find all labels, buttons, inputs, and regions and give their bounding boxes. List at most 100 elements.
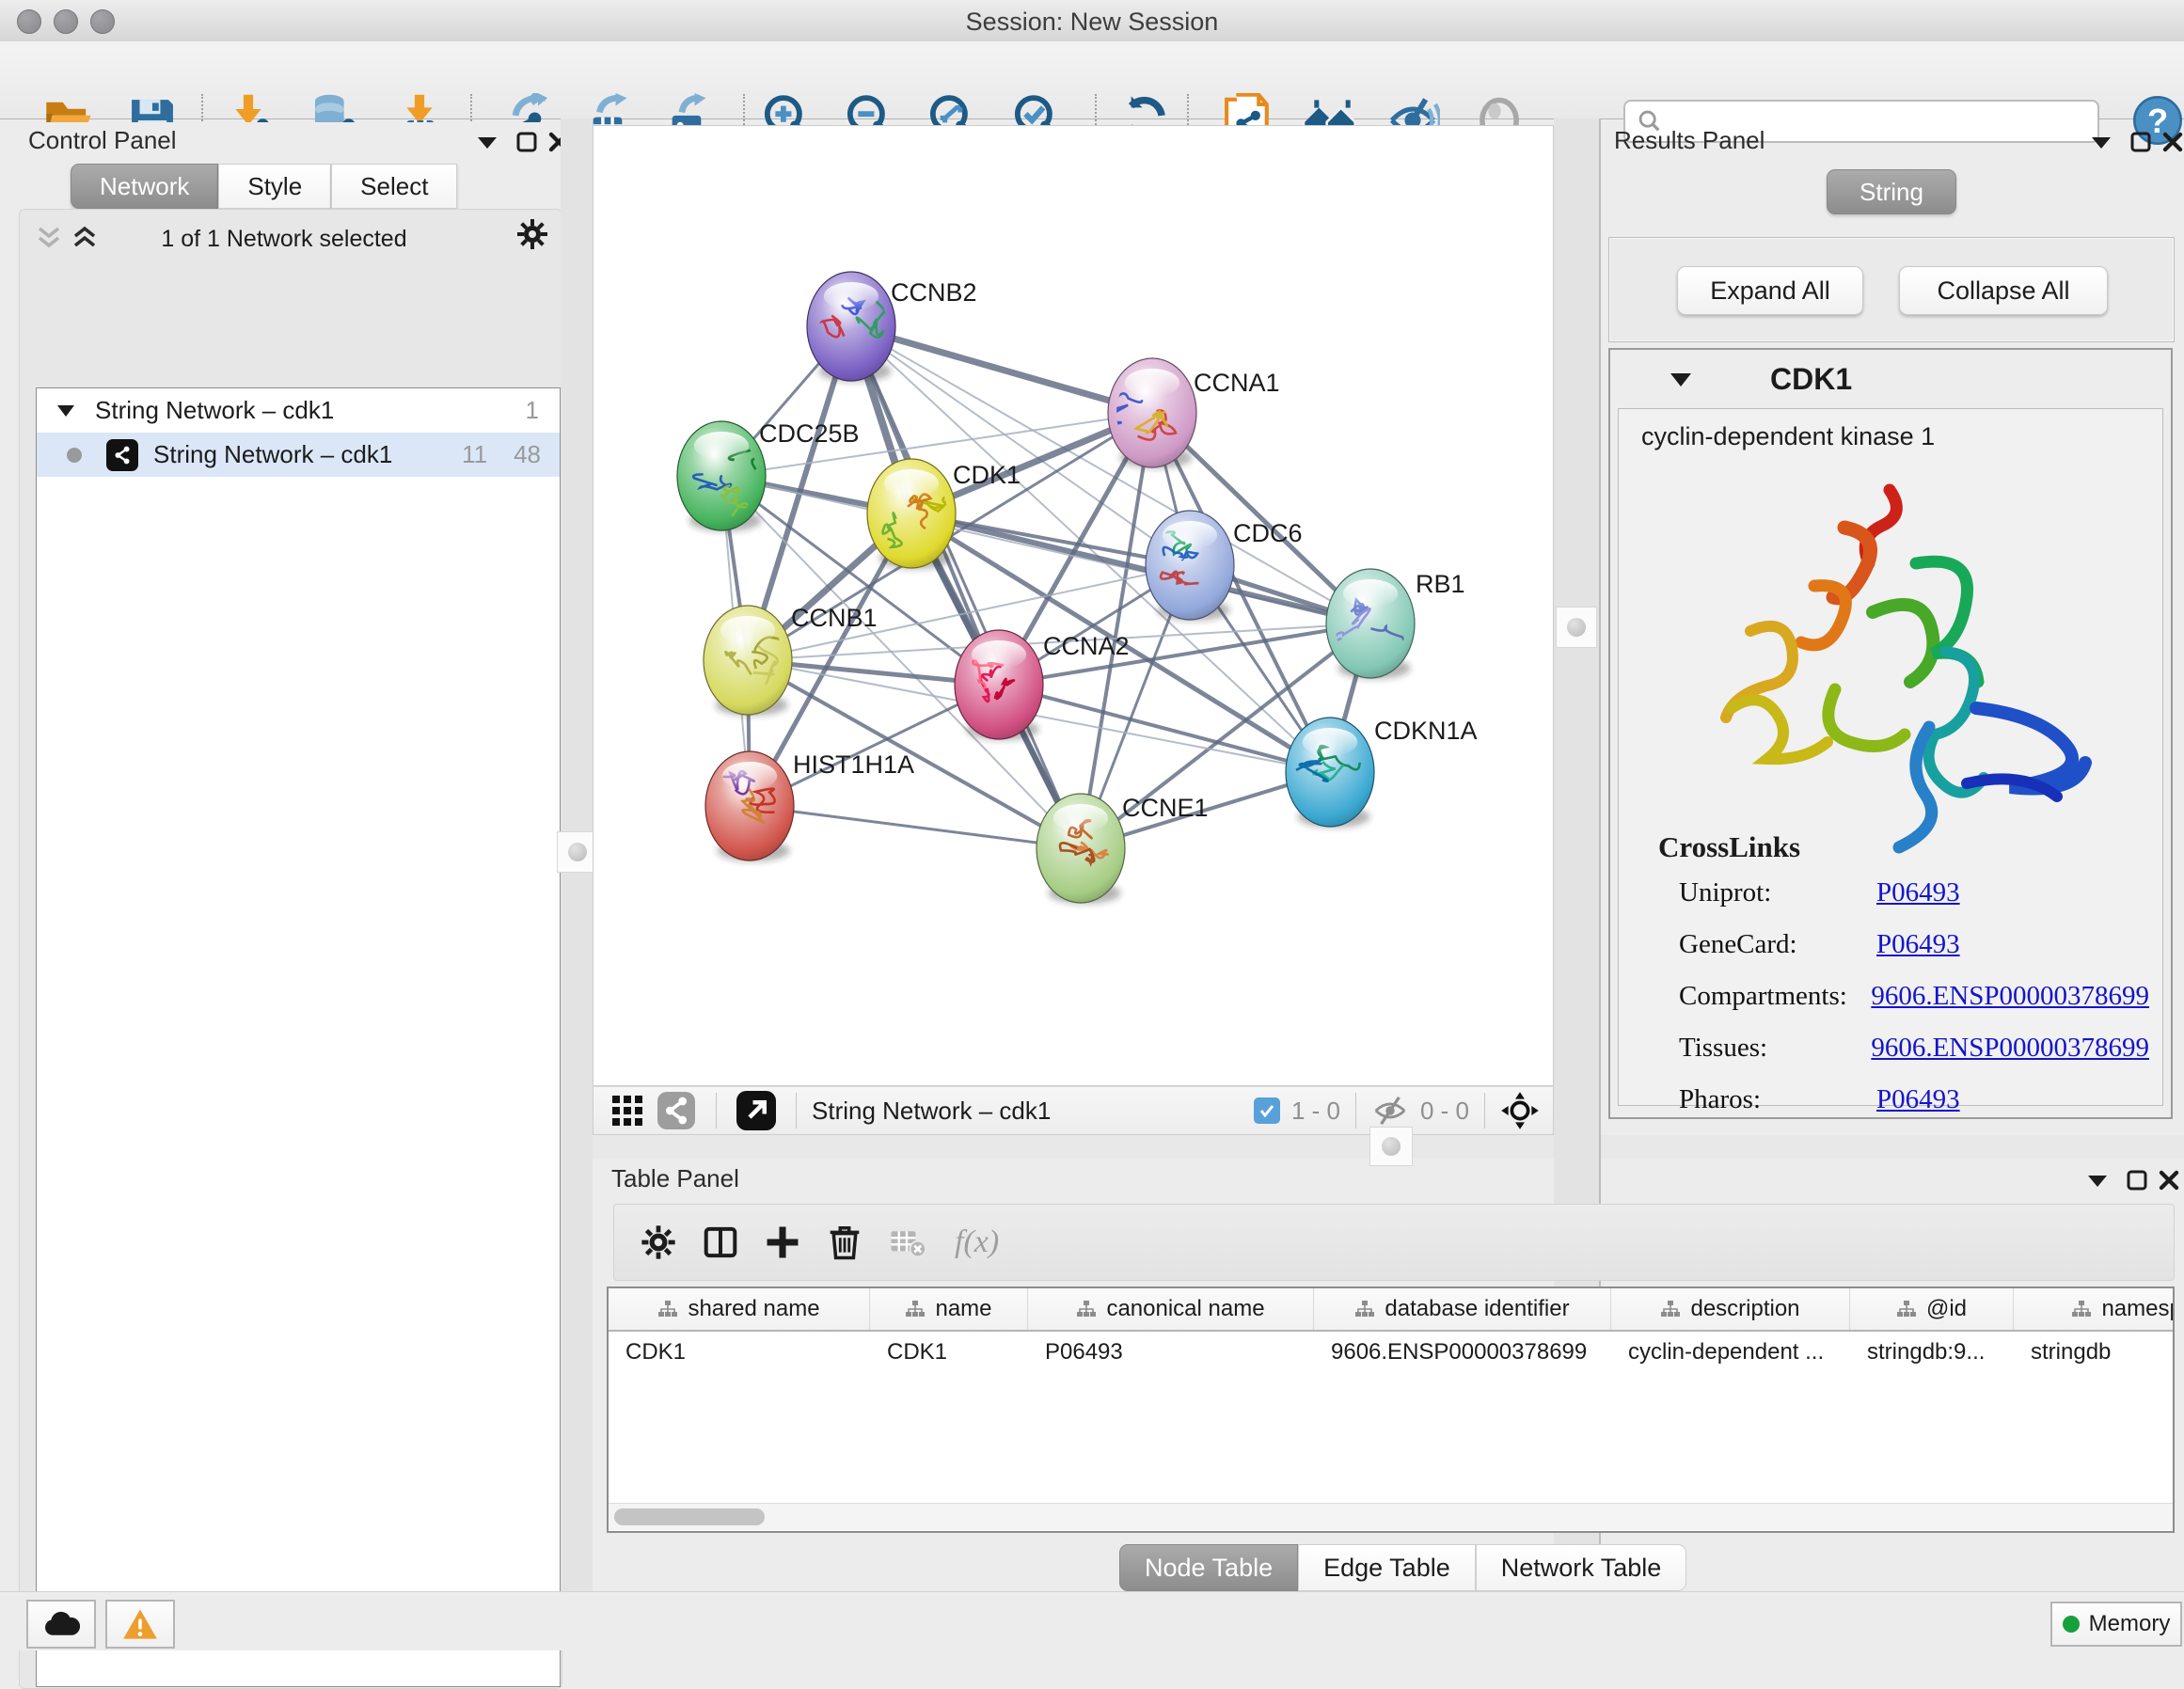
crosslink-link[interactable]: P06493 xyxy=(1876,1084,1960,1115)
scrollbar-thumb[interactable] xyxy=(614,1508,765,1525)
network-overview-icon[interactable] xyxy=(652,1080,701,1142)
warnings-button[interactable] xyxy=(105,1600,175,1649)
crosslink-row: Compartments:9606.ENSP00000378699 xyxy=(1679,981,2149,1012)
tab-style[interactable]: Style xyxy=(218,164,331,209)
crosslink-label: Uniprot: xyxy=(1679,877,1876,908)
section-collapse-icon[interactable] xyxy=(1670,372,1691,387)
crosslink-label: Compartments: xyxy=(1679,981,1871,1012)
crosslink-link[interactable]: 9606.ENSP00000378699 xyxy=(1871,1033,2149,1064)
float-menu-icon[interactable] xyxy=(470,128,504,156)
column-header-shared-name[interactable]: shared name xyxy=(609,1288,870,1330)
node-HIST1H1A[interactable]: HIST1H1A xyxy=(705,750,914,861)
crosslink-row: Uniprot:P06493 xyxy=(1679,877,2149,908)
tab-edge-table[interactable]: Edge Table xyxy=(1298,1544,1476,1591)
table-tabs: Node TableEdge TableNetwork Table xyxy=(1119,1544,1686,1591)
center-view-crosshair-icon[interactable] xyxy=(1500,1091,1540,1130)
table-cell[interactable]: 9606.ENSP00000378699 xyxy=(1314,1332,1611,1373)
node-label-CDC25B: CDC25B xyxy=(759,419,860,448)
table-cell[interactable]: stringdb xyxy=(2014,1332,2175,1373)
column-header-namespace[interactable]: namespace xyxy=(2014,1288,2175,1330)
crosslinks-list: Uniprot:P06493GeneCard:P06493Compartment… xyxy=(1679,877,2149,1136)
network-tree-root-row[interactable]: String Network – cdk1 1 xyxy=(37,388,560,433)
column-header-canonical-name[interactable]: canonical name xyxy=(1028,1288,1314,1330)
crosslink-row: Tissues:9606.ENSP00000378699 xyxy=(1679,1033,2149,1064)
column-header-name[interactable]: name xyxy=(870,1288,1028,1330)
node-CCNE1[interactable]: CCNE1 xyxy=(1037,794,1209,904)
show-columns-icon[interactable] xyxy=(689,1211,752,1273)
node-CDK1[interactable]: CDK1 xyxy=(867,459,1021,569)
float-window-icon[interactable] xyxy=(2120,1166,2154,1194)
network-options-gear-icon[interactable] xyxy=(515,220,549,248)
network-name-label: String Network – cdk1 xyxy=(153,440,392,469)
status-bar: Memory xyxy=(0,1591,2184,1650)
crosslink-link[interactable]: P06493 xyxy=(1876,877,1960,908)
node-label-CCNE1: CCNE1 xyxy=(1122,794,1209,822)
crosslink-link[interactable]: P06493 xyxy=(1876,929,1960,960)
delete-column-icon[interactable] xyxy=(814,1211,876,1273)
crosslink-label: Pharos: xyxy=(1679,1084,1876,1115)
network-tree-row-selected[interactable]: String Network – cdk1 11 48 xyxy=(37,433,560,477)
expand-all-button[interactable]: Expand All xyxy=(1677,266,1863,315)
left-splitter[interactable] xyxy=(561,118,593,1591)
thumbnail-grid-icon[interactable] xyxy=(603,1080,652,1142)
tab-string[interactable]: String xyxy=(1827,169,1956,214)
close-panel-icon[interactable] xyxy=(2156,128,2184,156)
node-CDC25B[interactable]: CDC25B xyxy=(677,419,860,531)
collapse-all-button[interactable]: Collapse All xyxy=(1899,266,2108,315)
network-graph[interactable]: CCNB2CCNA1CDC25BCDK1CDC6RB1CCNB1CCNA2CDK… xyxy=(593,126,1553,1085)
tree-collapse-icon[interactable] xyxy=(57,404,74,417)
crosslink-row: GeneCard:P06493 xyxy=(1679,929,2149,960)
memory-button[interactable]: Memory xyxy=(2050,1602,2182,1647)
memory-label: Memory xyxy=(2089,1611,2171,1637)
table-header-row: shared namenamecanonical namedatabase id… xyxy=(609,1288,2173,1332)
column-header--id[interactable]: @id xyxy=(1850,1288,2014,1330)
current-network-bullet-icon xyxy=(67,448,82,463)
table-cell[interactable]: CDK1 xyxy=(609,1332,870,1373)
table-panel: Table Panel f(x) shared namenamecanonica… xyxy=(593,1159,2184,1591)
hidden-eye-slash-icon[interactable] xyxy=(1371,1096,1409,1126)
selected-checkbox-icon[interactable] xyxy=(1254,1097,1280,1124)
control-panel-tabs: NetworkStyleSelectSets xyxy=(71,164,561,209)
table-cell[interactable]: P06493 xyxy=(1028,1332,1314,1373)
close-panel-icon[interactable] xyxy=(2152,1166,2184,1194)
results-panel-title: Results Panel xyxy=(1614,126,1765,155)
table-cell[interactable]: CDK1 xyxy=(870,1332,1028,1373)
float-window-icon[interactable] xyxy=(510,128,544,156)
node-label-CCNB2: CCNB2 xyxy=(891,278,977,307)
table-horizontal-scrollbar[interactable] xyxy=(609,1503,2173,1530)
detach-view-icon[interactable] xyxy=(732,1080,781,1142)
tab-select[interactable]: Select xyxy=(331,164,457,209)
node-CCNB1[interactable]: CCNB1 xyxy=(704,604,878,716)
table-row[interactable]: CDK1CDK1P064939606.ENSP00000378699cyclin… xyxy=(609,1332,2173,1373)
float-window-icon[interactable] xyxy=(2124,128,2158,156)
column-header-description[interactable]: description xyxy=(1611,1288,1850,1330)
cloud-button[interactable] xyxy=(26,1600,96,1649)
float-menu-icon[interactable] xyxy=(2081,1166,2114,1194)
add-column-icon[interactable] xyxy=(752,1211,814,1273)
node-label-HIST1H1A: HIST1H1A xyxy=(793,750,914,779)
crosslink-label: Tissues: xyxy=(1679,1033,1871,1064)
tab-network-table[interactable]: Network Table xyxy=(1476,1544,1687,1591)
network-edge-count: 48 xyxy=(514,440,541,469)
network-canvas[interactable]: CCNB2CCNA1CDC25BCDK1CDC6RB1CCNB1CCNA2CDK… xyxy=(593,125,1554,1086)
crosslinks-title: CrossLinks xyxy=(1658,830,1800,864)
float-menu-icon[interactable] xyxy=(2084,128,2118,156)
gene-name: CDK1 xyxy=(1770,362,1852,397)
column-header-database-identifier[interactable]: database identifier xyxy=(1314,1288,1611,1330)
table-cell[interactable]: cyclin-dependent ... xyxy=(1611,1332,1850,1373)
main-toolbar: ? xyxy=(0,41,2184,119)
crosslink-link[interactable]: 9606.ENSP00000378699 xyxy=(1871,981,2149,1012)
memory-status-dot xyxy=(2063,1616,2080,1633)
node-label-CCNA2: CCNA2 xyxy=(1043,632,1130,660)
node-CDKN1A[interactable]: CDKN1A xyxy=(1286,717,1478,828)
window-title: Session: New Session xyxy=(0,8,2184,37)
edge-HIST1H1A-CCNE1[interactable] xyxy=(750,806,1081,848)
node-RB1[interactable]: RB1 xyxy=(1326,569,1465,679)
right-splitter-handle[interactable] xyxy=(1556,607,1597,648)
table-toolbar: f(x) xyxy=(613,1204,2175,1281)
tab-node-table[interactable]: Node Table xyxy=(1119,1544,1298,1591)
gene-section-header[interactable]: CDK1 xyxy=(1610,350,2171,408)
table-options-gear-icon[interactable] xyxy=(627,1211,689,1273)
table-cell[interactable]: stringdb:9... xyxy=(1850,1332,2014,1373)
tab-network[interactable]: Network xyxy=(71,164,218,209)
